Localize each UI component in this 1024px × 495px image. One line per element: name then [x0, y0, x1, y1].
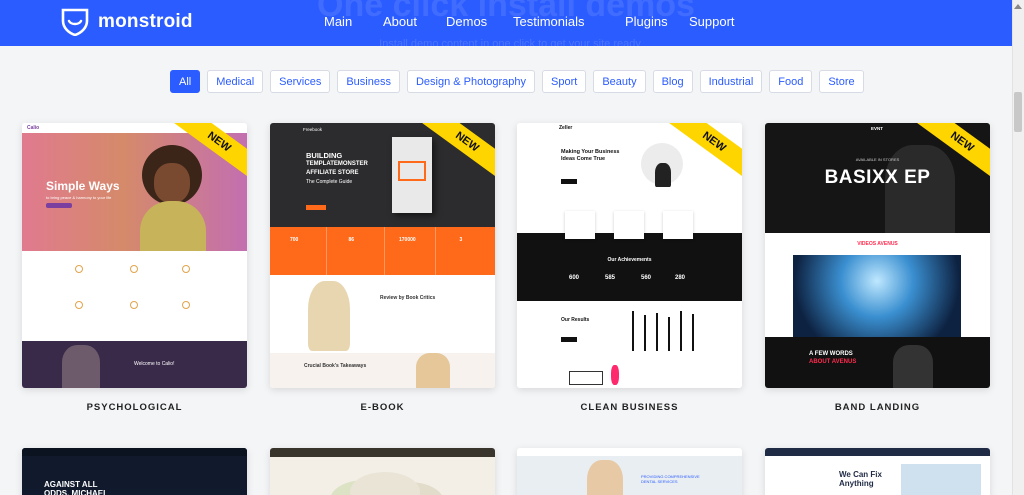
filter-design-photography[interactable]: Design & Photography — [406, 70, 536, 93]
demo-card-psychological[interactable]: NEW Calio Simple Ways to bring peace & h… — [22, 123, 247, 388]
preview-hero-title: BASIXX EP — [824, 167, 931, 188]
demo-card-partial-3[interactable]: PROVIDING COMPREHENSIVE DENTAL SERVICES — [517, 448, 742, 495]
demo-card-partial-1[interactable]: AGAINST ALL ODDS, MICHAEL — [22, 448, 247, 495]
preview-services — [22, 251, 247, 341]
nav-main[interactable]: Main — [324, 14, 383, 29]
filter-sport[interactable]: Sport — [542, 70, 587, 93]
main-nav: Main About Demos Testimonials Plugins Su… — [314, 14, 769, 29]
demo-card-partial-4[interactable]: We Can Fix Anything — [765, 448, 990, 495]
woman-face-shape — [154, 163, 190, 203]
brand-logo[interactable]: monstroid — [60, 8, 193, 36]
preview-hero-button — [46, 203, 72, 208]
preview-hero-sub: to bring peace & harmony to your life — [46, 195, 112, 200]
filter-all[interactable]: All — [170, 70, 201, 93]
nav-about[interactable]: About — [383, 14, 446, 29]
preview-results: Our Results — [517, 301, 742, 388]
filter-industrial[interactable]: Industrial — [699, 70, 763, 93]
book-cover-shape — [392, 137, 432, 213]
demo-filter-bar: All Medical Services Business Design & P… — [170, 70, 864, 93]
demo-card-band-landing[interactable]: NEW EVNT AVAILABLE IN STORES BASIXX EP V… — [765, 123, 990, 388]
demo-title-band-landing[interactable]: BAND LANDING — [765, 402, 990, 413]
demo-card-clean-business[interactable]: NEW Zeller Making Your Business Ideas Co… — [517, 123, 742, 388]
nav-demos[interactable]: Demos — [446, 14, 513, 29]
preview-available: AVAILABLE IN STORES — [855, 157, 900, 162]
ghost-section-subtitle: Install demo content in one click to get… — [379, 38, 641, 50]
demo-title-clean-business[interactable]: CLEAN BUSINESS — [517, 402, 742, 413]
filter-medical[interactable]: Medical — [207, 70, 264, 93]
preview-hero-title: Making Your Business Ideas Come True — [561, 149, 620, 162]
shield-logo-icon — [61, 8, 89, 36]
woman-shirt-shape — [140, 201, 206, 251]
preview-hero-title: Simple Ways — [46, 179, 120, 193]
preview-hero-title: BUILDING TEMPLATEMONSTER AFFILIATE STORE… — [306, 151, 368, 185]
preview-logo: Zeller — [559, 125, 573, 131]
filter-services[interactable]: Services — [270, 70, 331, 93]
filter-food[interactable]: Food — [769, 70, 813, 93]
demo-title-ebook[interactable]: E-BOOK — [270, 402, 495, 413]
filter-blog[interactable]: Blog — [652, 70, 693, 93]
brand-name: monstroid — [98, 11, 193, 32]
nav-support[interactable]: Support — [689, 14, 769, 29]
nav-plugins[interactable]: Plugins — [625, 14, 689, 29]
demo-card-ebook[interactable]: NEW Freebook BUILDING TEMPLATEMONSTER AF… — [270, 123, 495, 388]
scrollbar-thumb[interactable] — [1014, 92, 1022, 132]
filter-business[interactable]: Business — [337, 70, 400, 93]
preview-achievements: Our Achievements 600 585 560 280 — [517, 233, 742, 301]
preview-welcome: Welcome to Calio! — [22, 341, 247, 388]
demo-card-partial-2[interactable] — [270, 448, 495, 495]
preview-logo: Calio — [27, 125, 40, 131]
scroll-up-arrow-icon[interactable] — [1012, 0, 1024, 12]
filter-beauty[interactable]: Beauty — [593, 70, 646, 93]
demo-title-psychological[interactable]: PSYCHOLOGICAL — [22, 402, 247, 413]
preview-logo: EVNT — [871, 126, 884, 131]
preview-about: A FEW WORDS ABOUT AVENUS — [765, 337, 990, 388]
preview-welcome-heading: Welcome to Calio! — [134, 361, 175, 367]
page-scrollbar[interactable] — [1012, 0, 1024, 495]
nav-testimonials[interactable]: Testimonials — [513, 14, 625, 29]
preview-stats: 700 86 170000 3 — [270, 227, 495, 275]
filter-store[interactable]: Store — [819, 70, 864, 93]
preview-review: Review by Book Critics Crucial Book's Ta… — [270, 275, 495, 388]
preview-videos: VIDEOS AVENUS — [765, 233, 990, 341]
preview-logo: Freebook — [303, 127, 323, 132]
